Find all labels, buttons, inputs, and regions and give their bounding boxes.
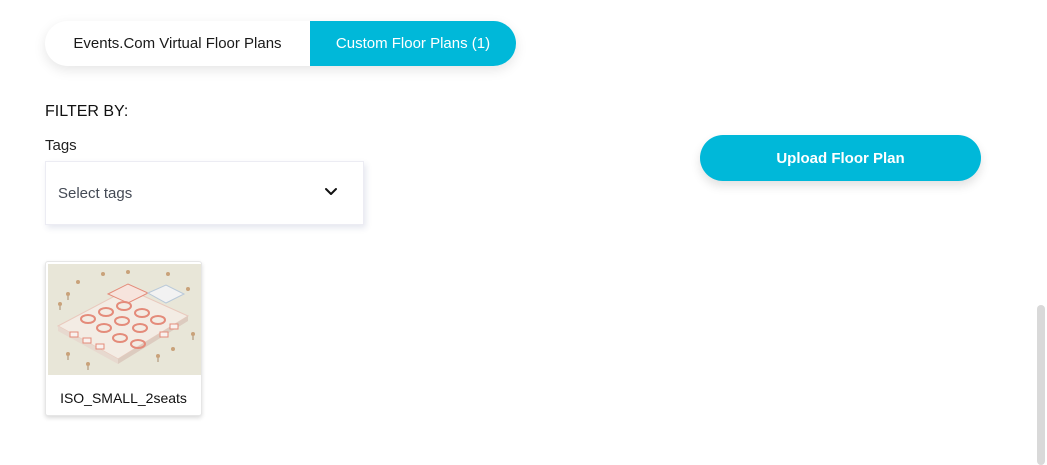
tab-custom-floor-plans[interactable]: Custom Floor Plans (1) (310, 21, 516, 66)
floor-plan-image (48, 264, 201, 375)
tags-select-placeholder: Select tags (58, 184, 133, 202)
tags-label: Tags (45, 137, 77, 154)
floor-plan-thumbnail (48, 264, 201, 375)
floor-plans-page: Events.Com Virtual Floor Plans Custom Fl… (0, 0, 1047, 465)
floor-plan-name: ISO_SMALL_2seats (60, 390, 187, 406)
floor-plan-tabs: Events.Com Virtual Floor Plans Custom Fl… (45, 21, 516, 66)
floor-plan-card[interactable]: ISO_SMALL_2seats (45, 261, 202, 416)
upload-floor-plan-button[interactable]: Upload Floor Plan (700, 135, 981, 181)
tab-virtual-floor-plans[interactable]: Events.Com Virtual Floor Plans (45, 21, 310, 66)
tags-select[interactable]: Select tags (45, 161, 364, 225)
chevron-down-icon (325, 188, 337, 195)
filter-heading: FILTER BY: (45, 103, 129, 120)
vertical-scrollbar[interactable] (1037, 305, 1045, 465)
